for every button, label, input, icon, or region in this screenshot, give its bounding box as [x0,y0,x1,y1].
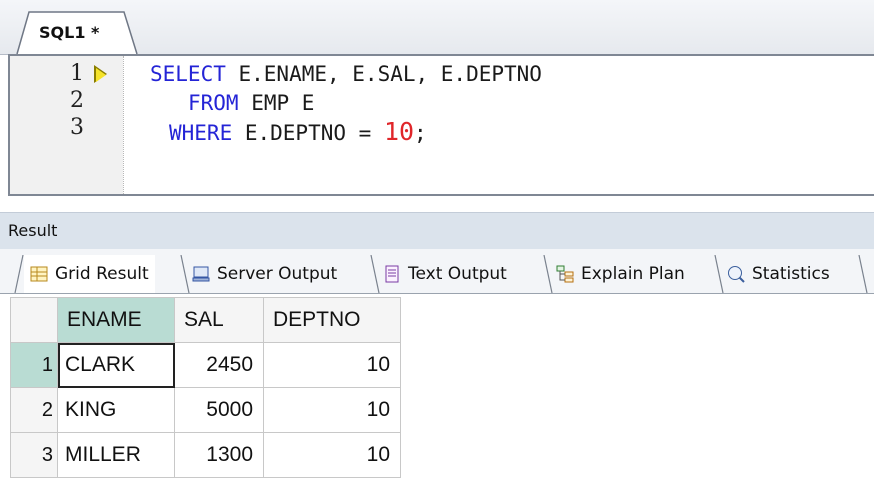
line-number: 1 [70,61,84,86]
tab-label: Server Output [217,264,338,284]
table-row[interactable]: 1 CLARK 2450 10 [10,342,401,388]
tab-label: Text Output [408,264,507,284]
table-row[interactable]: 3 MILLER 1300 10 [10,432,401,478]
cell-sal[interactable]: 2450 [174,342,264,388]
explain-plan-icon [556,265,574,283]
keyword: WHERE [169,121,233,145]
cell-deptno[interactable]: 10 [263,342,401,388]
code-text: E.ENAME, E.SAL, E.DEPTNO [225,62,542,86]
cell-ename[interactable]: CLARK [57,342,175,388]
cell-sal[interactable]: 5000 [174,387,264,433]
keyword: SELECT [150,62,226,86]
table-row[interactable]: 2 KING 5000 10 [10,387,401,433]
tab-statistics[interactable]: Statistics [727,255,830,293]
result-panel-title: Result [8,221,58,240]
tab-label: SQL1 * [39,23,100,42]
tab-separator [714,255,724,293]
tab-separator [858,255,868,293]
column-header-ename[interactable]: ENAME [57,297,175,343]
tab-label: Statistics [752,264,830,284]
tab-label: Explain Plan [581,264,685,284]
grid-icon [30,265,48,283]
tab-sql1[interactable]: SQL1 * [16,11,138,55]
statistics-icon [727,265,745,283]
result-tab-bar: Grid Result Server Output Text Output Ex… [0,249,874,294]
tab-server-output[interactable]: Server Output [192,255,337,293]
text-output-icon [383,265,401,283]
tab-separator [14,255,24,293]
cell-deptno[interactable]: 10 [263,432,401,478]
code-line-2[interactable]: FROM EMP E [188,89,314,117]
tab-label: Grid Result [55,264,149,284]
code-line-1[interactable]: SELECT E.ENAME, E.SAL, E.DEPTNO [150,60,542,88]
column-header-deptno[interactable]: DEPTNO [263,297,401,343]
line-number-gutter: 1 2 3 [10,56,123,194]
tab-grid-result[interactable]: Grid Result [24,255,155,293]
line-number: 3 [70,115,84,140]
column-header-sal[interactable]: SAL [174,297,264,343]
tab-text-output[interactable]: Text Output [383,255,507,293]
cell-sal[interactable]: 1300 [174,432,264,478]
server-output-icon [192,265,210,283]
row-number[interactable]: 2 [10,387,58,433]
grid-corner[interactable] [10,297,58,343]
number-literal: 10 [383,117,415,146]
cell-deptno[interactable]: 10 [263,387,401,433]
row-number[interactable]: 3 [10,432,58,478]
result-grid[interactable]: ENAME SAL DEPTNO 1 CLARK 2450 10 2 KING … [10,297,401,478]
tab-explain-plan[interactable]: Explain Plan [556,255,685,293]
cell-ename[interactable]: MILLER [57,432,175,478]
editor-tab-strip: SQL1 * [0,0,874,55]
grid-header-row: ENAME SAL DEPTNO [10,297,401,343]
code-text: ; [414,121,427,145]
tab-separator [543,255,553,293]
row-number[interactable]: 1 [10,342,58,388]
cell-ename[interactable]: KING [57,387,175,433]
line-number: 2 [70,88,84,113]
current-line-arrow-fill [96,68,106,82]
code-text: E.DEPTNO = [232,121,384,145]
code-text: EMP E [238,91,315,115]
code-line-3[interactable]: WHERE E.DEPTNO = 10; [169,118,427,147]
tab-separator [180,255,190,293]
result-panel-header: Result [0,212,874,250]
fold-guide [123,56,125,194]
sql-editor[interactable]: 1 2 3 SELECT E.ENAME, E.SAL, E.DEPTNO FR… [8,54,874,196]
tab-separator [370,255,380,293]
keyword: FROM [188,91,239,115]
